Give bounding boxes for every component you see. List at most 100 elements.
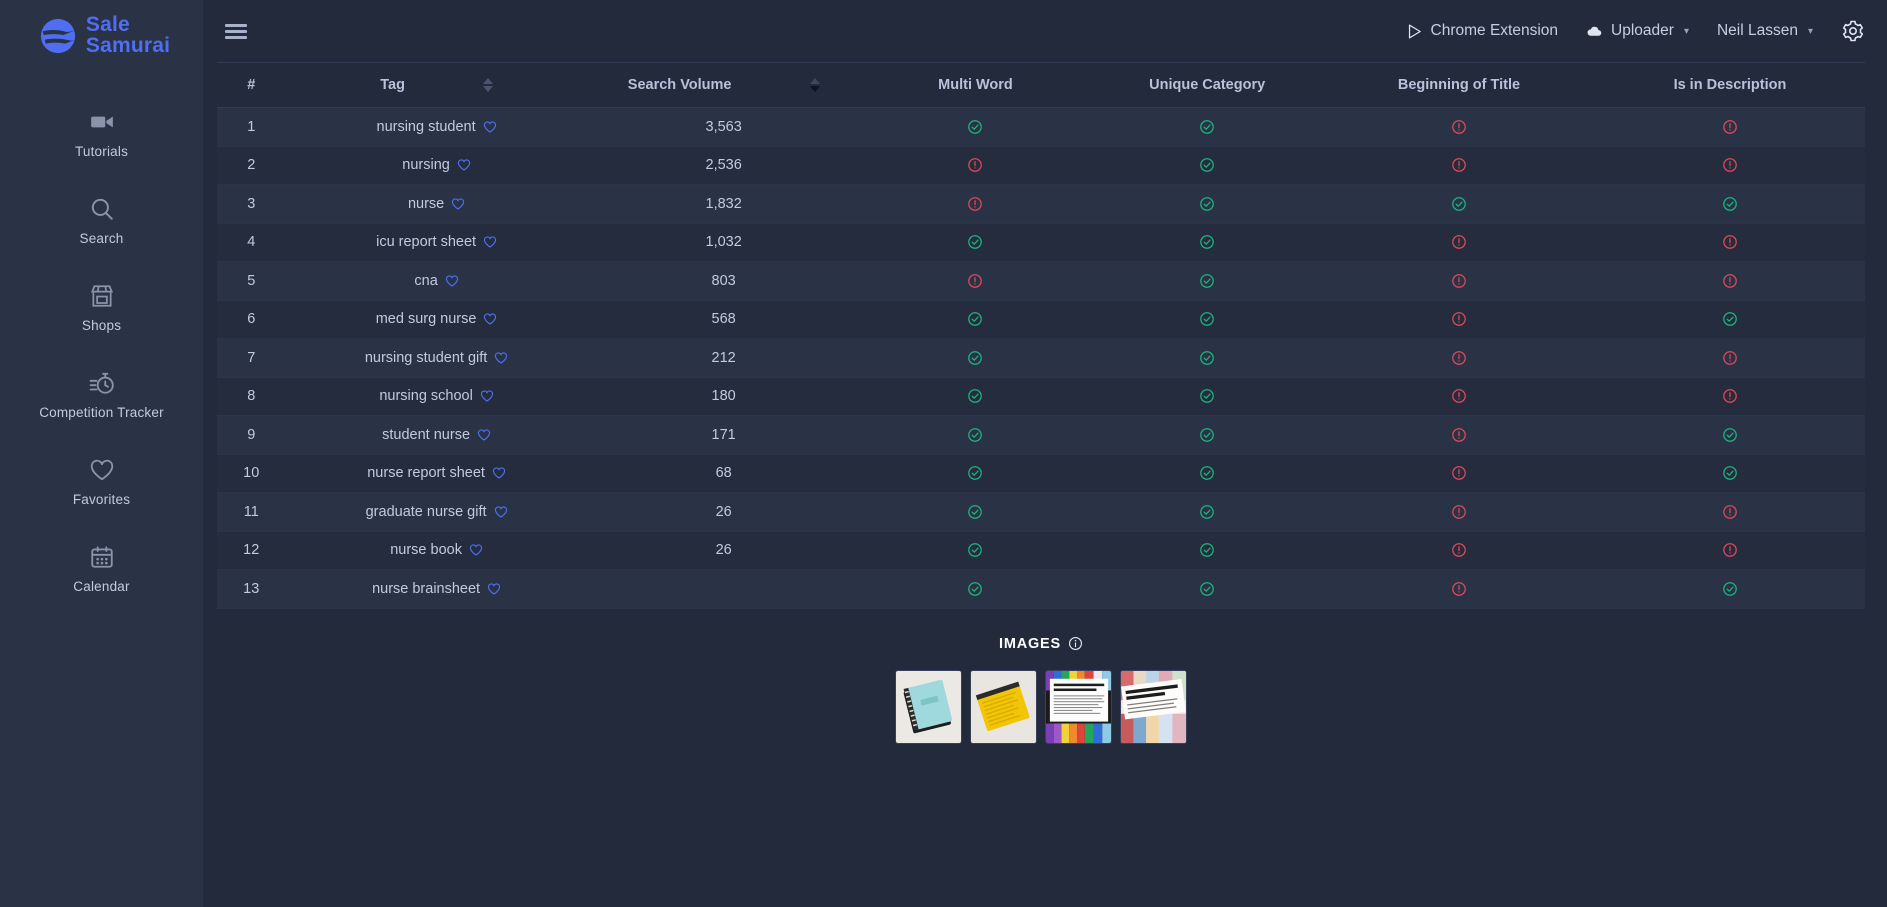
brand-logo[interactable]: Sale Samurai — [0, 0, 203, 72]
cell-tag[interactable]: med surg nurse — [285, 300, 588, 339]
sidebar-item-tutorials[interactable]: Tutorials — [0, 90, 203, 177]
table-row[interactable]: 9 student nurse 171 — [217, 415, 1865, 455]
table-row[interactable]: 6 med surg nurse 568 — [217, 300, 1865, 339]
check-circle-icon — [1200, 196, 1214, 211]
cell-tag[interactable]: student nurse — [285, 415, 588, 455]
table-row[interactable]: 10 nurse report sheet 68 — [217, 454, 1865, 493]
heart-outline-icon[interactable] — [494, 505, 508, 519]
store-icon — [90, 284, 113, 307]
table-header: # Tag Search Volume Multi Word Unique Ca… — [217, 62, 1865, 108]
heart-outline-icon[interactable] — [445, 274, 459, 288]
table-row[interactable]: 1 nursing student 3,563 — [217, 107, 1865, 147]
tag-label: nursing student gift — [364, 349, 488, 366]
topbar-actions: Chrome Extension Uploader ▾ Neil Lassen … — [1406, 19, 1865, 43]
table-row[interactable]: 5 cna 803 — [217, 261, 1865, 301]
cell-tag[interactable]: nurse book — [285, 531, 588, 570]
column-label: Search Volume — [627, 77, 732, 93]
cell-search-volume: 1,032 — [587, 223, 860, 262]
exclamation-circle-icon — [1452, 427, 1466, 442]
check-circle-icon — [1723, 581, 1737, 596]
check-circle-icon — [968, 312, 983, 327]
cell-number: 9 — [217, 415, 286, 455]
sidebar-item-search[interactable]: Search — [0, 177, 203, 264]
gear-icon[interactable] — [1841, 19, 1865, 43]
brand-name-line2: Samurai — [85, 34, 171, 57]
heart-outline-icon[interactable] — [480, 389, 494, 403]
check-circle-icon — [968, 504, 983, 519]
cell-tag[interactable]: nursing — [285, 146, 588, 185]
yellow-spiral-notebook-thumbnail[interactable] — [970, 669, 1037, 744]
sidebar-item-competition-tracker[interactable]: Competition Tracker — [0, 351, 203, 438]
info-circle-icon[interactable] — [1068, 636, 1083, 651]
cell-tag[interactable]: nursing student gift — [285, 338, 588, 378]
column-label: # — [247, 77, 256, 93]
cell-search-volume: 212 — [587, 338, 860, 378]
images-section: IMAGES — [217, 609, 1865, 754]
check-circle-icon — [968, 427, 983, 442]
cell-is-in-description — [1594, 415, 1865, 455]
sort-toggle-search-volume[interactable] — [809, 78, 820, 92]
heart-outline-icon[interactable] — [487, 582, 501, 596]
cell-beginning-of-title — [1322, 184, 1595, 224]
table-row[interactable]: 4 icu report sheet 1,032 — [217, 223, 1865, 262]
exclamation-circle-icon — [1723, 119, 1737, 134]
heart-outline-icon[interactable] — [483, 235, 497, 249]
table-row[interactable]: 7 nursing student gift 212 — [217, 338, 1865, 378]
cell-tag[interactable]: nurse report sheet — [285, 454, 588, 493]
cell-multi-word — [859, 569, 1092, 609]
exclamation-circle-icon — [1723, 389, 1737, 404]
personalize-your-report-thumbnail[interactable] — [1120, 669, 1187, 744]
heart-outline-icon[interactable] — [457, 158, 471, 172]
heart-outline-icon[interactable] — [492, 466, 506, 480]
table-row[interactable]: 8 nursing school 180 — [217, 377, 1865, 416]
sidebar-item-label: Tutorials — [74, 143, 129, 159]
sidebar-item-calendar[interactable]: Calendar — [0, 525, 203, 612]
chrome-extension-button[interactable]: Chrome Extension — [1406, 22, 1558, 40]
chevron-down-icon: ▾ — [1683, 25, 1689, 37]
sidebar-item-favorites[interactable]: Favorites — [0, 438, 203, 525]
stopwatch-icon — [89, 372, 114, 394]
column-header-multi-word: Multi Word — [859, 62, 1092, 108]
sidebar-item-shops[interactable]: Shops — [0, 264, 203, 351]
uploader-menu[interactable]: Uploader ▾ — [1586, 22, 1689, 40]
cell-tag[interactable]: icu report sheet — [285, 223, 588, 262]
cell-is-in-description — [1594, 107, 1865, 147]
column-header-tag[interactable]: Tag — [285, 62, 588, 108]
cell-multi-word — [859, 454, 1092, 493]
cell-beginning-of-title — [1322, 454, 1595, 493]
cell-tag[interactable]: graduate nurse gift — [285, 492, 588, 532]
cell-multi-word — [859, 377, 1092, 416]
exclamation-circle-icon — [1723, 158, 1737, 173]
report-cover-instructions-thumbnail[interactable] — [1045, 669, 1112, 744]
sort-toggle-tag[interactable] — [482, 78, 493, 92]
cell-tag[interactable]: nursing student — [285, 107, 588, 147]
heart-outline-icon[interactable] — [494, 351, 508, 365]
cell-is-in-description — [1594, 261, 1865, 301]
user-menu[interactable]: Neil Lassen ▾ — [1717, 22, 1813, 40]
table-row[interactable]: 2 nursing 2,536 — [217, 146, 1865, 185]
hamburger-icon[interactable] — [225, 17, 247, 46]
teal-spiral-notebook-thumbnail[interactable] — [895, 669, 962, 744]
table-row[interactable]: 3 nurse 1,832 — [217, 184, 1865, 224]
heart-outline-icon[interactable] — [477, 428, 491, 442]
heart-outline-icon[interactable] — [483, 120, 497, 134]
cell-tag[interactable]: nursing school — [285, 377, 588, 416]
heart-outline-icon[interactable] — [469, 543, 483, 557]
cell-is-in-description — [1594, 223, 1865, 262]
cell-tag[interactable]: nurse brainsheet — [285, 569, 588, 609]
cell-unique-category — [1091, 569, 1323, 609]
play-triangle-icon — [1408, 23, 1421, 39]
check-circle-icon — [968, 466, 983, 481]
exclamation-circle-icon — [1452, 273, 1466, 288]
table-row[interactable]: 13 nurse brainsheet — [217, 569, 1865, 609]
cell-tag[interactable]: nurse — [285, 184, 588, 224]
table-row[interactable]: 11 graduate nurse gift 26 — [217, 492, 1865, 532]
cell-tag[interactable]: cna — [285, 261, 588, 301]
sidebar-item-label: Search — [79, 230, 124, 246]
exclamation-circle-icon — [1452, 504, 1466, 519]
heart-outline-icon[interactable] — [451, 197, 465, 211]
check-circle-icon — [968, 235, 983, 250]
heart-outline-icon[interactable] — [483, 312, 497, 326]
table-row[interactable]: 12 nurse book 26 — [217, 531, 1865, 570]
column-header-search-volume[interactable]: Search Volume — [587, 62, 860, 108]
